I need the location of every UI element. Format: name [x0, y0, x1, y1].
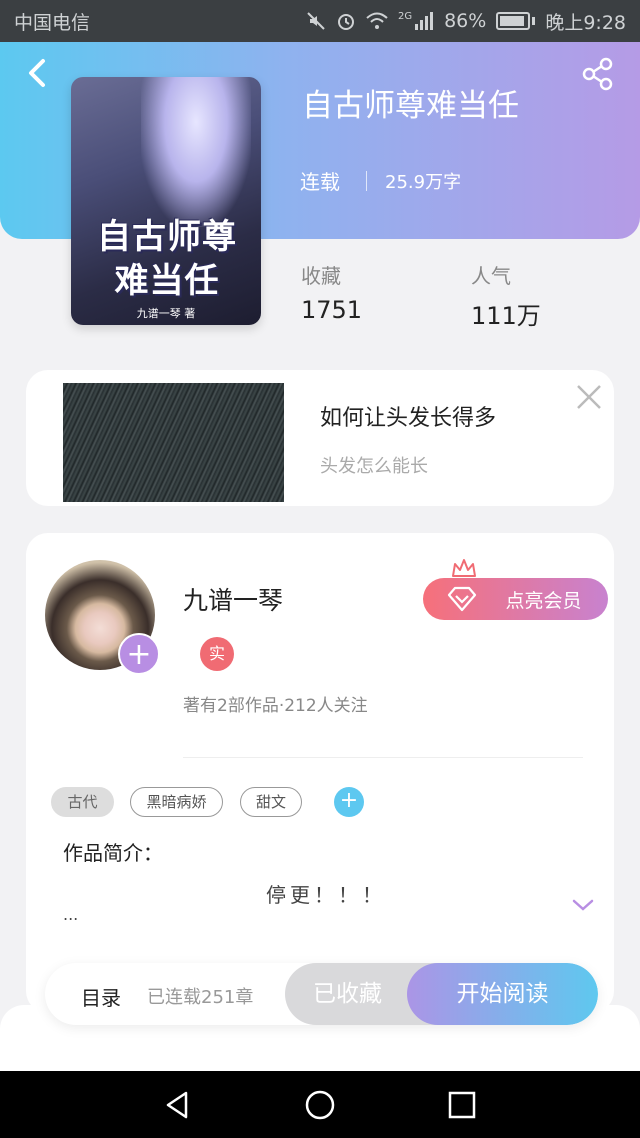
- book-title: 自古师尊难当任: [302, 88, 519, 124]
- crown-icon: [452, 559, 476, 577]
- share-icon: [582, 57, 613, 91]
- intro-ellipsis: ...: [63, 905, 79, 924]
- divider: [366, 170, 367, 191]
- plus-icon: +: [126, 637, 152, 672]
- nav-recents-icon: [448, 1091, 476, 1119]
- book-status-row: 连载 25.9万字: [300, 166, 461, 195]
- chevron-down-icon: [572, 899, 594, 911]
- collect-label: 收藏: [301, 264, 341, 288]
- section-divider: [183, 757, 583, 758]
- intro-text: 停更！！！: [266, 883, 386, 907]
- author-card: + 九谱一琴 实 著有2部作品·212人关注 点亮会员 古代 黑暗病娇 甜文 +…: [26, 533, 614, 1013]
- signal-icon: [415, 12, 434, 30]
- battery-icon: [496, 12, 531, 30]
- nav-recents-button[interactable]: [446, 1089, 478, 1121]
- cover-title-line1: 自古师尊: [97, 217, 237, 257]
- ad-title: 如何让头发长得多: [320, 406, 497, 431]
- network-label: 2G: [397, 10, 413, 22]
- share-button[interactable]: [580, 56, 616, 92]
- action-bar: 目录 已连载251章 已收藏 开始阅读: [45, 963, 598, 1025]
- popularity-value: 111万: [471, 302, 541, 330]
- back-button[interactable]: [22, 56, 52, 90]
- carrier-label: 中国电信: [14, 11, 91, 34]
- cover-title-line2: 难当任: [114, 261, 220, 301]
- plus-icon: +: [339, 788, 359, 813]
- vip-label: 点亮会员: [505, 589, 582, 612]
- serial-status: 连载: [300, 170, 340, 194]
- toc-button[interactable]: 目录: [81, 982, 121, 1011]
- word-count: 25.9万字: [385, 171, 462, 193]
- diamond-icon: [447, 586, 477, 612]
- collect-value: 1751: [301, 296, 363, 324]
- tag-item[interactable]: 黑暗病娇: [130, 787, 223, 817]
- verified-badge: 实: [200, 637, 234, 671]
- cover-title-art: 自古师尊 难当任: [79, 215, 255, 303]
- cover-author: 九谱一琴 著: [136, 307, 196, 320]
- tag-item[interactable]: 甜文: [240, 787, 302, 817]
- nav-back-icon: [166, 1091, 188, 1119]
- ad-subtitle: 头发怎么能长: [320, 456, 428, 477]
- close-icon: [577, 385, 601, 409]
- start-reading-button[interactable]: 开始阅读: [407, 963, 598, 1025]
- cover-illustration: [141, 77, 251, 227]
- alarm-icon: [337, 14, 354, 30]
- author-meta: 著有2部作品·212人关注: [183, 696, 368, 716]
- add-tag-button[interactable]: +: [334, 787, 364, 817]
- intro-label: 作品简介：: [63, 841, 163, 865]
- popularity-label: 人气: [471, 264, 511, 288]
- battery-cap: [532, 17, 536, 25]
- author-name[interactable]: 九谱一琴: [183, 581, 283, 617]
- follow-button[interactable]: +: [118, 633, 160, 675]
- nav-home-icon: [305, 1090, 335, 1120]
- status-bar: 中国电信 2G 86% 晚上9:28: [0, 0, 640, 42]
- expand-intro-button[interactable]: [570, 895, 596, 915]
- back-icon: [29, 59, 45, 87]
- ad-image: [63, 383, 284, 502]
- nav-back-button[interactable]: [162, 1089, 194, 1121]
- ad-close-button[interactable]: [574, 382, 604, 412]
- chapter-count: 已连载251章: [147, 987, 254, 1008]
- system-nav-bar: [0, 1071, 640, 1138]
- wifi-icon: [366, 12, 388, 29]
- mute-icon: [307, 12, 325, 30]
- vip-button[interactable]: 点亮会员: [423, 578, 608, 620]
- nav-home-button[interactable]: [304, 1089, 336, 1121]
- battery-percent: 86%: [444, 10, 487, 32]
- status-icons: 2G 86% 晚上9:28: [306, 8, 626, 35]
- clock: 晚上9:28: [545, 11, 626, 34]
- tag-item[interactable]: 古代: [51, 787, 114, 817]
- ad-card[interactable]: 如何让头发长得多 头发怎么能长: [26, 370, 614, 506]
- book-cover[interactable]: 自古师尊 难当任 九谱一琴 著: [71, 77, 261, 325]
